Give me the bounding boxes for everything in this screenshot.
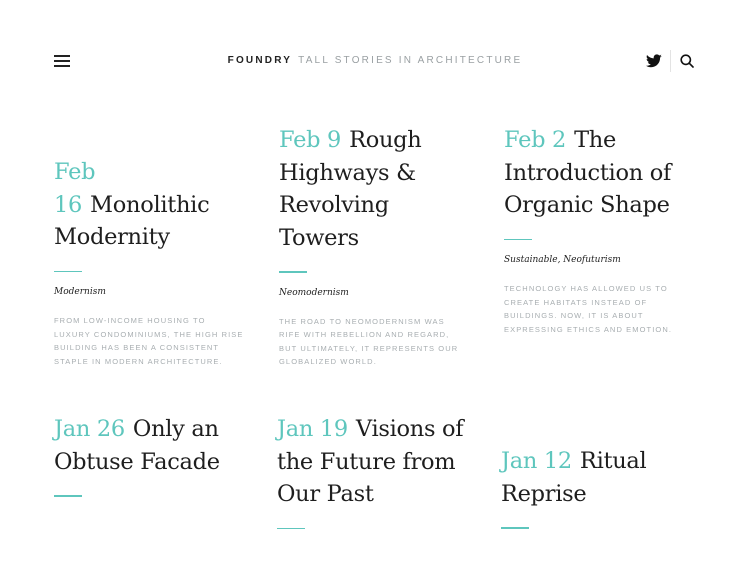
post-card: Jan 19 Visions of the Future from Our Pas…	[277, 413, 472, 529]
accent-rule	[504, 238, 532, 240]
site-header: FOUNDRY TALL STORIES IN ARCHITECTURE	[0, 0, 750, 122]
site-title[interactable]: FOUNDRY	[228, 55, 292, 66]
post-date: Jan 12	[501, 448, 572, 474]
post-date: Jan 26	[54, 416, 125, 442]
category-link[interactable]: Sustainable, Neofuturism	[504, 255, 621, 265]
post-excerpt: The road to neomodernism was rife with r…	[279, 316, 459, 367]
post-category: Sustainable, Neofuturism	[504, 254, 699, 266]
site-branding: FOUNDRY TALL STORIES IN ARCHITECTURE	[0, 54, 750, 68]
post-title: Jan 19 Visions of the Future from Our Pas…	[277, 413, 472, 511]
category-link[interactable]: Modernism	[54, 287, 106, 297]
header-divider	[670, 50, 671, 72]
post-title: Feb 2 The Introduction of Organic Shape	[504, 124, 699, 222]
post-link[interactable]: Jan 26 Only an Obtuse Facade	[54, 416, 220, 475]
accent-rule	[54, 270, 82, 272]
post-title: Jan 26 Only an Obtuse Facade	[54, 413, 249, 478]
post-card: Feb 2 The Introduction of Organic Shape S…	[504, 124, 699, 344]
accent-rule	[277, 527, 305, 529]
post-category: Neomodernism	[279, 287, 474, 299]
post-category: Modernism	[54, 286, 249, 298]
post-date: Feb 2	[504, 127, 567, 153]
post-card: Jan 26 Only an Obtuse Facade	[54, 413, 249, 497]
post-title: Feb 16 Monolithic Modernity	[54, 156, 249, 254]
post-link[interactable]: Feb 2 The Introduction of Organic Shape	[504, 127, 671, 218]
search-icon[interactable]	[680, 54, 694, 68]
post-date: Feb 9	[279, 127, 342, 153]
post-link[interactable]: Feb 16 Monolithic Modernity	[54, 159, 210, 250]
search-icon-glyph	[680, 54, 694, 68]
post-title: Jan 12 Ritual Reprise	[501, 445, 696, 510]
post-excerpt: From low-income housing to luxury condom…	[54, 316, 244, 366]
post-card: Feb 16 Monolithic Modernity Modernism Fro…	[54, 156, 249, 376]
post-link[interactable]: Jan 19 Visions of the Future from Our Pas…	[277, 416, 464, 507]
post-title: Feb 9 Rough Highways & Revolving Towers	[279, 124, 474, 254]
post-excerpt: Technology has allowed us to create habi…	[504, 284, 673, 334]
twitter-icon[interactable]	[646, 54, 662, 68]
category-link[interactable]: Neomodernism	[279, 288, 349, 298]
accent-rule	[279, 271, 307, 273]
accent-rule	[54, 495, 82, 497]
post-date: Jan 19	[277, 416, 348, 442]
post-link[interactable]: Jan 12 Ritual Reprise	[501, 448, 647, 507]
accent-rule	[501, 527, 529, 529]
site-tagline: TALL STORIES IN ARCHITECTURE	[298, 55, 523, 66]
post-card: Jan 12 Ritual Reprise	[501, 445, 696, 529]
post-card: Feb 9 Rough Highways & Revolving Towers N…	[279, 124, 474, 376]
twitter-icon-glyph	[646, 54, 662, 68]
post-link[interactable]: Feb 9 Rough Highways & Revolving Towers	[279, 127, 422, 251]
